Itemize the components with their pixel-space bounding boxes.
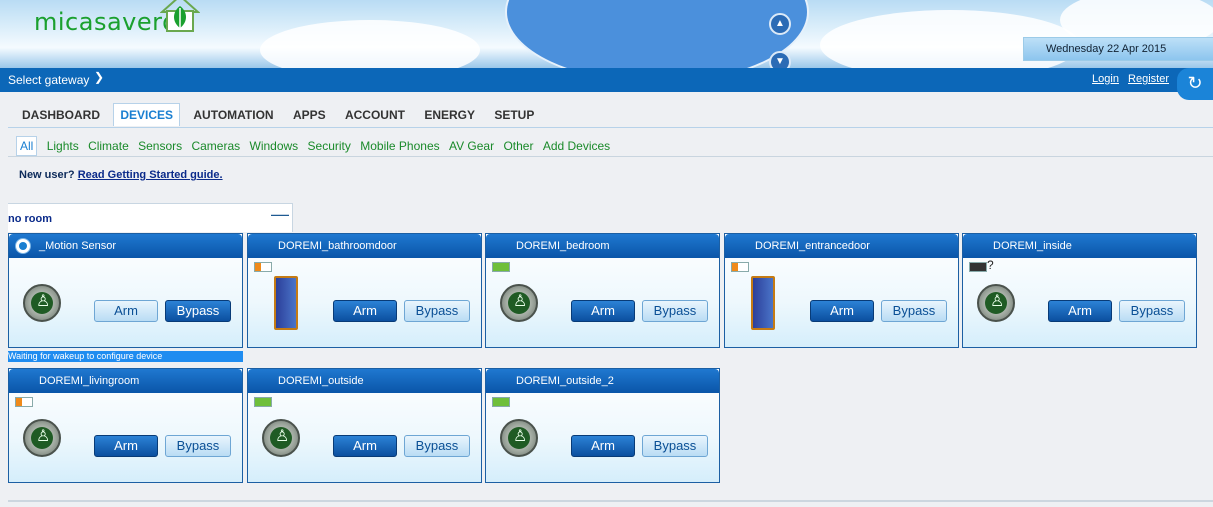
battery-low-icon — [15, 397, 33, 407]
door-sensor-icon[interactable] — [751, 276, 775, 330]
door-sensor-icon[interactable] — [274, 276, 298, 330]
arm-button[interactable]: Arm — [333, 435, 397, 457]
arm-button[interactable]: Arm — [94, 300, 158, 322]
scroll-up-icon[interactable]: ▲ — [769, 13, 791, 35]
subtab-other[interactable]: Other — [503, 139, 533, 153]
motion-sensor-icon[interactable]: ♙ — [500, 419, 538, 457]
device-card: DOREMI_outside_2 ♙ Arm Bypass — [485, 368, 720, 483]
arm-button[interactable]: Arm — [810, 300, 874, 322]
battery-full-icon — [254, 397, 272, 407]
motion-sensor-icon[interactable]: ♙ — [23, 419, 61, 457]
select-gateway[interactable]: Select gateway — [8, 73, 89, 87]
tab-setup[interactable]: SETUP — [488, 104, 540, 126]
subtab-lights[interactable]: Lights — [47, 139, 79, 153]
scroll-down-icon[interactable]: ▼ — [769, 51, 791, 68]
motion-sensor-icon[interactable]: ♙ — [23, 284, 61, 322]
battery-low-icon — [731, 262, 749, 272]
bypass-button[interactable]: Bypass — [404, 435, 470, 457]
divider — [8, 500, 1213, 502]
subtab-security[interactable]: Security — [308, 139, 351, 153]
device-name: DOREMI_livingroom — [39, 375, 140, 387]
device-status-message: Waiting for wakeup to configure device — [8, 351, 243, 362]
info-icon[interactable] — [15, 238, 31, 254]
divider — [8, 127, 1213, 128]
new-user-hint: New user? Read Getting Started guide. — [19, 169, 223, 181]
tab-devices[interactable]: DEVICES — [113, 103, 181, 126]
bypass-button[interactable]: Bypass — [1119, 300, 1185, 322]
device-card: DOREMI_outside ♙ Arm Bypass — [247, 368, 482, 483]
collapse-room-button[interactable]: — — [271, 204, 289, 225]
getting-started-link[interactable]: Read Getting Started guide. — [78, 169, 223, 181]
room-name: no room — [8, 213, 52, 225]
arm-button[interactable]: Arm — [333, 300, 397, 322]
bypass-button[interactable]: Bypass — [642, 300, 708, 322]
battery-unknown-label: ? — [987, 258, 994, 272]
arm-button[interactable]: Arm — [1048, 300, 1112, 322]
battery-unknown-icon — [969, 262, 987, 272]
tab-apps[interactable]: APPS — [287, 104, 332, 126]
device-name: DOREMI_outside_2 — [516, 375, 614, 387]
motion-sensor-icon[interactable]: ♙ — [262, 419, 300, 457]
login-link[interactable]: Login — [1092, 73, 1119, 85]
tab-energy[interactable]: ENERGY — [418, 104, 481, 126]
device-card: DOREMI_inside ? ♙ Arm Bypass — [962, 233, 1197, 348]
device-name: DOREMI_bedroom — [516, 240, 610, 252]
bypass-button[interactable]: Bypass — [165, 435, 231, 457]
cloud-decoration — [260, 20, 480, 68]
subtab-mobile-phones[interactable]: Mobile Phones — [360, 139, 439, 153]
subtab-add-devices[interactable]: Add Devices — [543, 139, 610, 153]
subtab-av-gear[interactable]: AV Gear — [449, 139, 494, 153]
device-card: DOREMI_entrancedoor Arm Bypass — [724, 233, 959, 348]
device-card: DOREMI_bedroom ♙ Arm Bypass — [485, 233, 720, 348]
tab-automation[interactable]: AUTOMATION — [187, 104, 279, 126]
register-link[interactable]: Register — [1128, 73, 1169, 85]
motion-sensor-icon[interactable]: ♙ — [500, 284, 538, 322]
arm-button[interactable]: Arm — [94, 435, 158, 457]
bypass-button[interactable]: Bypass — [404, 300, 470, 322]
arm-button[interactable]: Arm — [571, 300, 635, 322]
leaf-logo-icon — [160, 0, 200, 32]
header-banner: micasaverde ▲ ▼ Wednesday 22 Apr 2015 — [0, 0, 1213, 68]
bypass-button[interactable]: Bypass — [165, 300, 231, 322]
tab-dashboard[interactable]: DASHBOARD — [16, 104, 106, 126]
dashboard-dome — [505, 0, 809, 68]
subtab-windows[interactable]: Windows — [250, 139, 299, 153]
gateway-bar: Select gateway ❯ Login Register — [0, 68, 1213, 92]
battery-full-icon — [492, 262, 510, 272]
date-display: Wednesday 22 Apr 2015 — [1023, 37, 1213, 61]
device-name: DOREMI_inside — [993, 240, 1072, 252]
device-card: DOREMI_livingroom ♙ Arm Bypass — [8, 368, 243, 483]
divider — [8, 156, 1213, 157]
subtab-sensors[interactable]: Sensors — [138, 139, 182, 153]
subtab-all[interactable]: All — [16, 136, 38, 156]
battery-full-icon — [492, 397, 510, 407]
sync-icon[interactable]: ↻ — [1177, 68, 1213, 100]
device-name: DOREMI_outside — [278, 375, 364, 387]
subtab-cameras[interactable]: Cameras — [191, 139, 240, 153]
room-header: no room — — [8, 203, 293, 232]
device-card: DOREMI_bathroomdoor Arm Bypass — [247, 233, 482, 348]
arm-button[interactable]: Arm — [571, 435, 635, 457]
device-card: _Motion Sensor ♙ Arm Bypass — [8, 233, 243, 348]
tab-account[interactable]: ACCOUNT — [339, 104, 411, 126]
device-name: DOREMI_entrancedoor — [755, 240, 870, 252]
main-tabs: DASHBOARD DEVICES AUTOMATION APPS ACCOUN… — [16, 103, 544, 126]
chevron-down-icon[interactable]: ❯ — [94, 70, 104, 84]
device-name: DOREMI_bathroomdoor — [278, 240, 397, 252]
battery-low-icon — [254, 262, 272, 272]
device-name: _Motion Sensor — [39, 240, 117, 252]
bypass-button[interactable]: Bypass — [642, 435, 708, 457]
motion-sensor-icon[interactable]: ♙ — [977, 284, 1015, 322]
subtab-climate[interactable]: Climate — [88, 139, 129, 153]
bypass-button[interactable]: Bypass — [881, 300, 947, 322]
device-filter-tabs: All Lights Climate Sensors Cameras Windo… — [16, 136, 616, 156]
